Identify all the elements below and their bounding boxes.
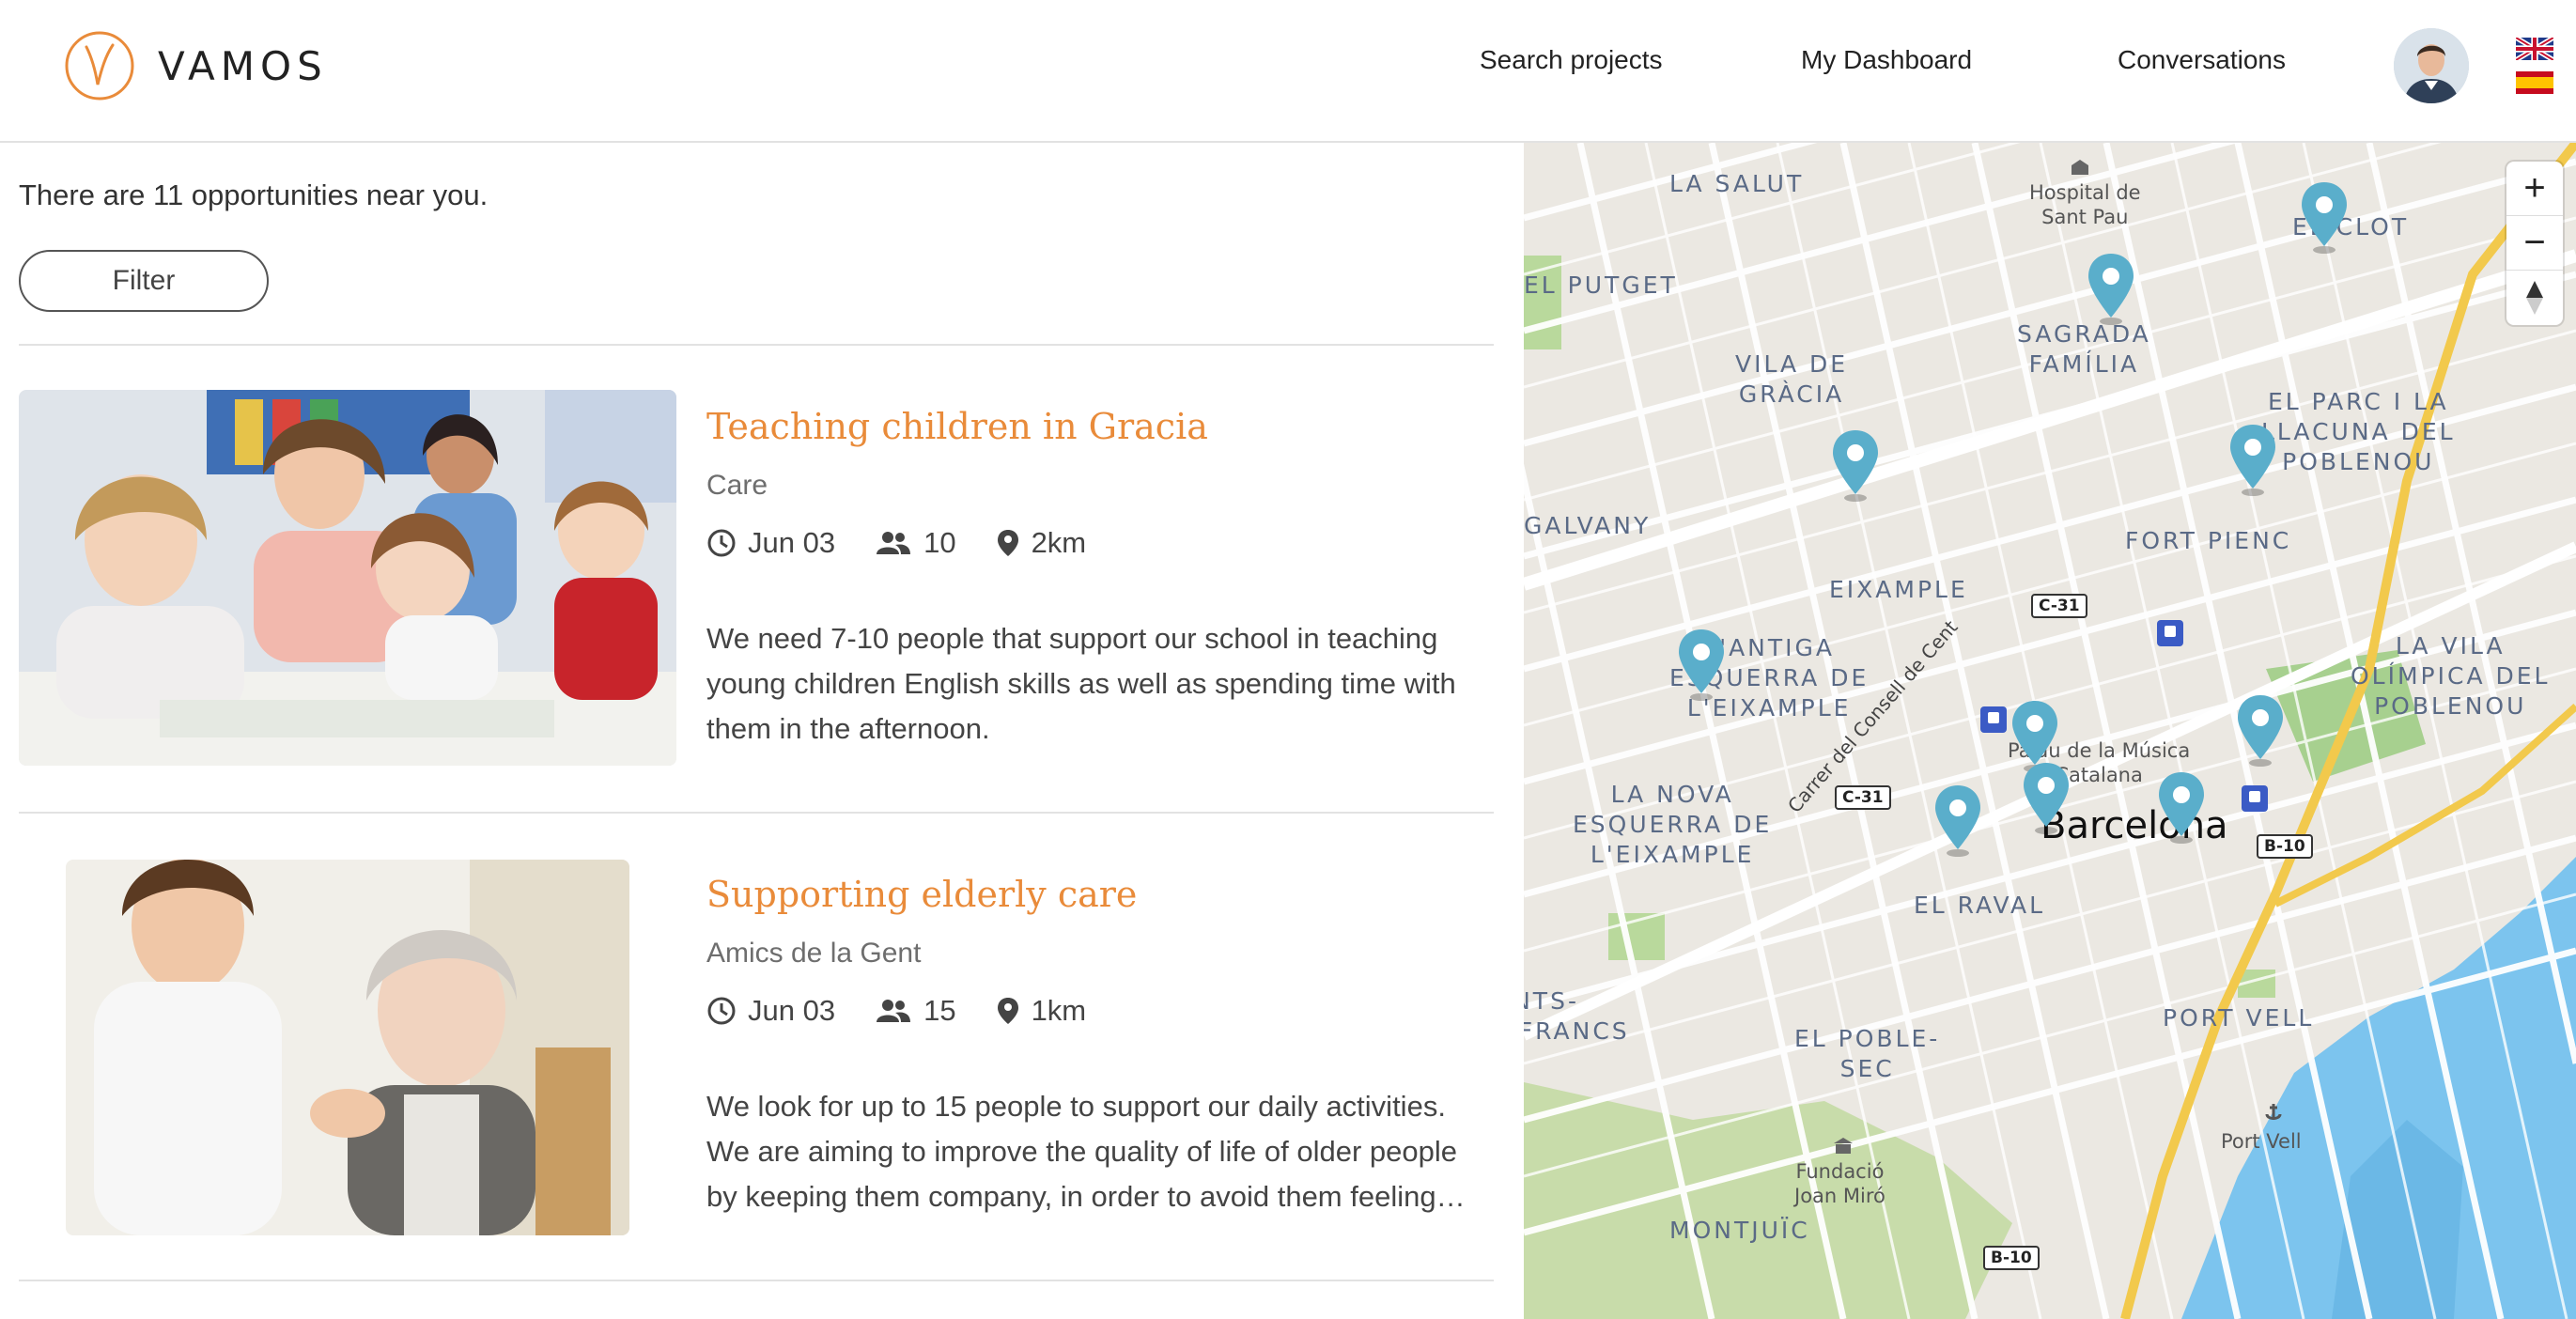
- road-badge: C-31: [1835, 785, 1891, 810]
- map-district-label: MONTJUÏC: [1669, 1217, 1810, 1244]
- map-district-label: LA SALUT: [1669, 170, 1805, 197]
- card-people: 10: [875, 526, 956, 560]
- divider: [19, 344, 1494, 346]
- map-district-label: LA VILA OLÍMPICA DEL POBLENOU: [2351, 632, 2551, 720]
- compass-icon: [2526, 281, 2543, 315]
- map-pin-marker[interactable]: [2234, 691, 2287, 767]
- map-district-label: EL PARC I LA LLACUNA DEL POBLENOU: [2261, 388, 2456, 475]
- map-district-label: PORT VELL: [2163, 1004, 2315, 1032]
- map-pin-marker[interactable]: [2155, 768, 2208, 844]
- flag-spain-icon[interactable]: [2516, 71, 2553, 94]
- user-avatar-image: [2394, 28, 2469, 103]
- people-icon: [877, 532, 911, 554]
- map-district-label: LA NOVA ESQUERRA DE L'EIXAMPLE: [1573, 781, 1773, 868]
- clock-icon: [707, 529, 736, 557]
- map-pin-marker[interactable]: [2020, 759, 2072, 834]
- map-district-label: EL PUTGET: [1524, 272, 1678, 299]
- card-organization: Amics de la Gent: [706, 938, 922, 969]
- anchor-icon: [2265, 1104, 2282, 1120]
- card-image-children[interactable]: [19, 390, 676, 766]
- map-pin-marker[interactable]: [1675, 626, 1728, 701]
- elderly-care-photo: [66, 860, 629, 1235]
- card-date-text: Jun 03: [748, 526, 836, 559]
- zoom-out-button[interactable]: −: [2506, 216, 2563, 271]
- map-district-label: EL POBLE- SEC: [1794, 1025, 1941, 1082]
- opportunity-list-panel: There are 11 opportunities near you. Fil…: [0, 143, 1524, 1319]
- map-pin-marker[interactable]: [1932, 782, 1984, 857]
- map-pin-marker[interactable]: [1829, 427, 1882, 502]
- top-navbar: VAMOS Search projects My Dashboard Conve…: [0, 0, 2576, 143]
- clock-icon: [707, 997, 736, 1025]
- flag-uk-icon[interactable]: [2516, 38, 2553, 60]
- map-poi-label: Hospital de Sant Pau: [2029, 181, 2141, 228]
- hospital-icon: [2072, 160, 2088, 175]
- map-district-label: EL RAVAL: [1914, 892, 2046, 919]
- card-image-elderly[interactable]: [66, 860, 629, 1235]
- card-people-text: 10: [923, 526, 956, 559]
- museum-icon: [1834, 1138, 1853, 1154]
- zoom-in-button[interactable]: +: [2506, 162, 2563, 216]
- map-poi-label: Port Vell: [2221, 1130, 2302, 1153]
- map-district-label: SANTS- HOSTAFRANCS: [1524, 987, 1630, 1045]
- location-pin-icon: [997, 998, 1018, 1024]
- nav-search-projects[interactable]: Search projects: [1480, 45, 1663, 75]
- card-people: 15: [875, 994, 956, 1028]
- card-description: We look for up to 15 people to support o…: [706, 1090, 1466, 1213]
- card-description: We need 7-10 people that support our sch…: [706, 622, 1456, 745]
- metro-icon: [2242, 785, 2268, 812]
- opportunity-count: There are 11 opportunities near you.: [19, 178, 489, 211]
- user-avatar[interactable]: [2394, 28, 2469, 103]
- map-district-label: FORT PIENC: [2125, 527, 2292, 554]
- card-distance-text: 2km: [1031, 526, 1087, 559]
- map-zoom-controls: + −: [2506, 162, 2563, 325]
- road-badge: B-10: [2257, 834, 2313, 859]
- card-date-text: Jun 03: [748, 994, 836, 1027]
- card-date: Jun 03: [706, 994, 835, 1028]
- card-distance: 2km: [996, 526, 1087, 560]
- map-poi-label: Fundació Joan Miró: [1794, 1160, 1885, 1207]
- map-panel[interactable]: LA SALUT EL PUTGET VILA DE GRÀCIA SAGRAD…: [1524, 143, 2576, 1319]
- metro-icon: [2157, 620, 2183, 646]
- location-pin-icon: [997, 530, 1018, 556]
- nav-conversations[interactable]: Conversations: [2118, 45, 2286, 75]
- map-district-label: SAGRADA FAMÍLIA: [2017, 320, 2151, 378]
- filter-button[interactable]: Filter: [19, 250, 269, 312]
- card-date: Jun 03: [706, 526, 835, 560]
- map-pin-marker[interactable]: [2085, 250, 2137, 325]
- people-icon: [877, 1000, 911, 1022]
- map-district-label: GALVANY: [1524, 512, 1652, 539]
- compass-reset-button[interactable]: [2506, 271, 2563, 325]
- road-badge: C-31: [2031, 594, 2087, 618]
- card-organization: Care: [706, 470, 768, 501]
- map-pin-marker[interactable]: [2298, 178, 2351, 254]
- map-district-label: EIXAMPLE: [1829, 576, 1968, 603]
- card-title[interactable]: Teaching children in Gracia: [706, 406, 1208, 447]
- card-distance: 1km: [996, 994, 1087, 1028]
- divider: [19, 1280, 1494, 1281]
- divider: [19, 812, 1494, 814]
- card-people-text: 15: [923, 994, 956, 1027]
- metro-icon: [1980, 706, 2007, 733]
- card-meta: Jun 03 15 1km: [706, 994, 1125, 1028]
- road-badge: B-10: [1983, 1246, 2040, 1270]
- map-pin-marker[interactable]: [2227, 421, 2279, 496]
- vamos-logo[interactable]: VAMOS: [64, 30, 328, 101]
- card-title[interactable]: Supporting elderly care: [706, 874, 1137, 915]
- brand-name: VAMOS: [158, 42, 328, 89]
- nav-my-dashboard[interactable]: My Dashboard: [1801, 45, 1972, 75]
- map-district-label: VILA DE GRÀCIA: [1735, 350, 1849, 408]
- vamos-logo-icon: [65, 31, 134, 101]
- classroom-photo: [19, 390, 676, 766]
- card-distance-text: 1km: [1031, 994, 1087, 1027]
- card-meta: Jun 03 10 2km: [706, 526, 1125, 560]
